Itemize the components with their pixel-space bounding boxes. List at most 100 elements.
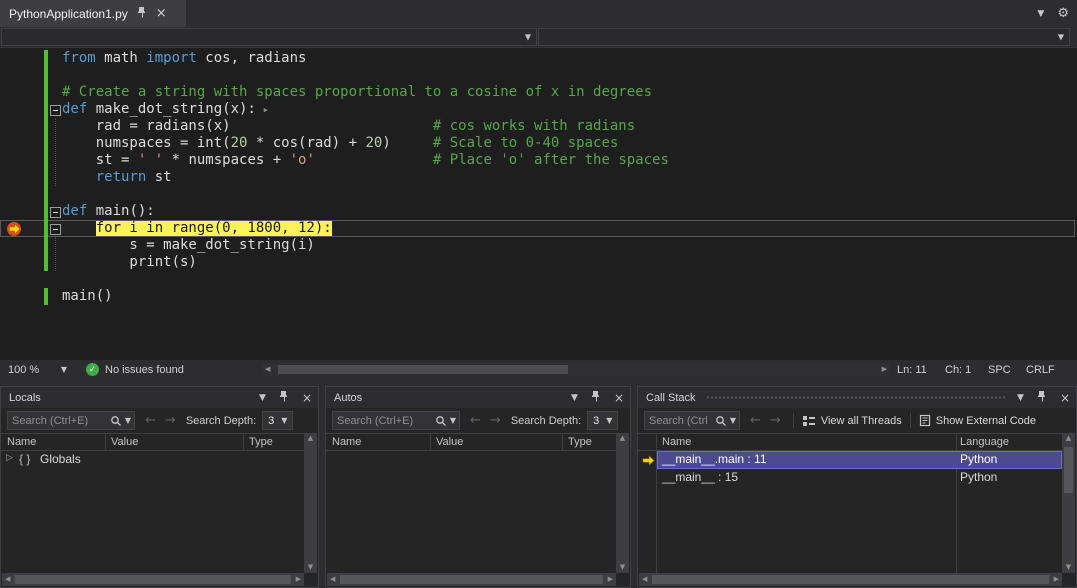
code-line[interactable]: st = ' ' * numspaces + 'o' # Place 'o' a… — [0, 152, 1075, 169]
column-header-name[interactable]: Name — [7, 436, 36, 448]
horizontal-scrollbar[interactable]: ◀ ▶ — [327, 573, 616, 586]
code-line[interactable]: # Create a string with spaces proportion… — [0, 84, 1075, 101]
callstack-frame-row[interactable]: __main__.main : 11Python — [657, 451, 1062, 469]
close-icon[interactable]: × — [156, 7, 167, 20]
code-line[interactable]: for i in range(0, 1800, 12): — [0, 220, 1075, 237]
forward-arrow-icon[interactable]: → — [490, 413, 501, 428]
scroll-left-icon[interactable]: ◀ — [642, 576, 647, 583]
pin-icon[interactable] — [1037, 389, 1047, 407]
vertical-scrollbar[interactable]: ▲ ▼ — [616, 433, 629, 573]
chevron-down-icon[interactable]: ▼ — [1037, 9, 1044, 19]
column-header-name[interactable]: Name — [662, 436, 691, 448]
scrollbar-thumb[interactable] — [340, 575, 603, 584]
eol-indicator[interactable]: CRLF — [1026, 360, 1055, 379]
code-line[interactable] — [0, 186, 1075, 203]
chevron-down-icon[interactable]: ▼ — [727, 416, 739, 425]
code-line[interactable]: main() — [0, 288, 1075, 305]
back-arrow-icon[interactable]: ← — [750, 413, 761, 428]
scroll-down-icon[interactable]: ▼ — [620, 564, 625, 571]
autos-title-bar[interactable]: Autos ▼ × — [326, 387, 630, 408]
search-input[interactable]: Search (Ctrl+E) ▼ — [332, 411, 460, 430]
scroll-left-icon[interactable]: ◀ — [265, 366, 270, 373]
scroll-left-icon[interactable]: ◀ — [330, 576, 335, 583]
code-line[interactable] — [0, 67, 1075, 84]
horizontal-scrollbar[interactable]: ◀ ▶ — [639, 573, 1062, 586]
fold-collapse-box[interactable] — [50, 224, 61, 235]
project-dropdown[interactable]: ▼ — [1, 28, 537, 46]
close-icon[interactable]: × — [1060, 392, 1070, 404]
locals-row[interactable]: ▷{ }Globals — [2, 451, 304, 469]
chevron-down-icon[interactable]: ▼ — [447, 416, 459, 425]
scroll-up-icon[interactable]: ▲ — [620, 435, 625, 442]
code-line[interactable] — [0, 271, 1075, 288]
locals-title-bar[interactable]: Locals ▼ × — [1, 387, 318, 408]
expander-icon[interactable]: ▷ — [6, 453, 13, 463]
zoom-dropdown[interactable]: 100 % ▼ — [0, 360, 74, 379]
column-header-type[interactable]: Type — [568, 436, 592, 448]
search-icon[interactable] — [110, 415, 122, 427]
window-menu-icon[interactable]: ▼ — [1017, 393, 1024, 403]
code-line[interactable]: def make_dot_string(x): ▸ — [0, 101, 1075, 118]
code-line[interactable]: rad = radians(x) # cos works with radian… — [0, 118, 1075, 135]
column-header-value[interactable]: Value — [111, 436, 138, 448]
search-icon[interactable] — [715, 415, 727, 427]
column-separator[interactable] — [430, 434, 431, 450]
column-separator[interactable] — [105, 434, 106, 450]
issues-indicator[interactable]: ✓ No issues found — [86, 360, 184, 379]
column-header-type[interactable]: Type — [249, 436, 273, 448]
window-menu-icon[interactable]: ▼ — [571, 393, 578, 403]
chevron-down-icon[interactable]: ▼ — [122, 416, 134, 425]
forward-arrow-icon[interactable]: → — [165, 413, 176, 428]
scrollbar-thumb[interactable] — [278, 365, 568, 374]
horizontal-scrollbar[interactable]: ◀ ▶ — [2, 573, 304, 586]
column-separator[interactable] — [562, 434, 563, 450]
drag-grip[interactable] — [706, 395, 1007, 400]
pin-icon[interactable] — [591, 389, 601, 407]
search-icon[interactable] — [435, 415, 447, 427]
column-separator[interactable] — [243, 434, 244, 450]
back-arrow-icon[interactable]: ← — [145, 413, 156, 428]
view-all-threads-button[interactable]: View all Threads — [802, 415, 902, 427]
code-line[interactable]: def main(): — [0, 203, 1075, 220]
scrollbar-thumb[interactable] — [1064, 447, 1073, 493]
scroll-left-icon[interactable]: ◀ — [5, 576, 10, 583]
fold-collapse-box[interactable] — [50, 207, 61, 218]
scroll-down-icon[interactable]: ▼ — [1066, 564, 1071, 571]
scope-dropdown[interactable]: ▼ — [538, 28, 1070, 46]
search-depth-dropdown[interactable]: 3 ▼ — [587, 411, 618, 430]
scroll-right-icon[interactable]: ▶ — [296, 576, 301, 583]
close-icon[interactable]: × — [614, 392, 624, 404]
document-tab[interactable]: PythonApplication1.py × — [0, 0, 186, 27]
scroll-up-icon[interactable]: ▲ — [1066, 435, 1071, 442]
code-line[interactable]: return st — [0, 169, 1075, 186]
callstack-frame-row[interactable]: __main__ : 15Python — [657, 469, 1062, 487]
code-line[interactable]: print(s) — [0, 254, 1075, 271]
code-line[interactable]: s = make_dot_string(i) — [0, 237, 1075, 254]
scroll-down-icon[interactable]: ▼ — [308, 564, 313, 571]
search-input[interactable]: Search (Ctrl+E) ▼ — [7, 411, 135, 430]
close-icon[interactable]: × — [302, 392, 312, 404]
back-arrow-icon[interactable]: ← — [470, 413, 481, 428]
column-header-name[interactable]: Name — [332, 436, 361, 448]
code-editor[interactable]: from math import cos, radians # Create a … — [0, 48, 1077, 360]
search-input[interactable]: Search (Ctrl ▼ — [644, 411, 740, 430]
fold-collapse-box[interactable] — [50, 105, 61, 116]
space-indicator[interactable]: SPC — [988, 360, 1011, 379]
scrollbar-thumb[interactable] — [15, 575, 291, 584]
pin-icon[interactable] — [137, 5, 147, 23]
callstack-title-bar[interactable]: Call Stack ▼ × — [638, 387, 1076, 408]
code-line[interactable]: from math import cos, radians — [0, 50, 1075, 67]
pin-icon[interactable] — [279, 389, 289, 407]
window-menu-icon[interactable]: ▼ — [259, 393, 266, 403]
forward-arrow-icon[interactable]: → — [770, 413, 781, 428]
breakpoint-current-icon[interactable] — [6, 221, 22, 237]
scrollbar-thumb[interactable] — [652, 575, 1049, 584]
show-external-code-button[interactable]: Show External Code — [919, 414, 1036, 427]
scroll-up-icon[interactable]: ▲ — [308, 435, 313, 442]
vertical-scrollbar[interactable]: ▲ ▼ — [1062, 433, 1075, 573]
search-depth-dropdown[interactable]: 3 ▼ — [262, 411, 293, 430]
vertical-scrollbar[interactable]: ▲ ▼ — [304, 433, 317, 573]
column-header-value[interactable]: Value — [436, 436, 463, 448]
scroll-right-icon[interactable]: ▶ — [608, 576, 613, 583]
gear-icon[interactable]: ⚙ — [1057, 6, 1069, 21]
